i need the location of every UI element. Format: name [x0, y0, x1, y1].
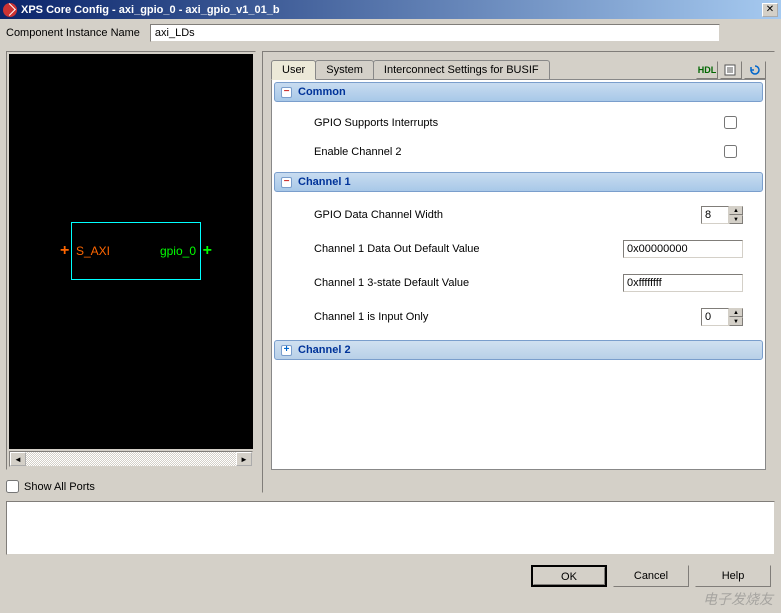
scroll-right-button[interactable]: ►: [236, 452, 252, 466]
field-ch1-tri: Channel 1 3-state Default Value: [274, 266, 763, 300]
gpio-width-label: GPIO Data Channel Width: [314, 209, 701, 221]
ch1-dout-label: Channel 1 Data Out Default Value: [314, 243, 623, 255]
section-ch1-header[interactable]: − Channel 1: [274, 172, 763, 192]
scroll-left-button[interactable]: ◄: [10, 452, 26, 466]
ch1-input-only-up[interactable]: ▲: [729, 308, 743, 317]
section-ch1-title: Channel 1: [298, 176, 351, 188]
ok-button[interactable]: OK: [531, 565, 607, 587]
close-button[interactable]: ✕: [762, 3, 778, 17]
dialog-buttons: OK Cancel Help: [0, 559, 781, 591]
field-gpio-width: GPIO Data Channel Width ▲ ▼: [274, 198, 763, 232]
ch1-input-only-input[interactable]: [701, 308, 729, 326]
cancel-button[interactable]: Cancel: [613, 565, 689, 587]
instance-name-label: Component Instance Name: [6, 27, 140, 39]
gpio-width-down[interactable]: ▼: [729, 215, 743, 224]
port-left-icon: +: [60, 242, 69, 260]
restore-defaults-button[interactable]: [744, 61, 766, 79]
port-left-label: S_AXI: [76, 244, 110, 258]
tab-content: − Common GPIO Supports Interrupts Enable…: [271, 80, 766, 470]
gpio-width-input[interactable]: [701, 206, 729, 224]
show-all-ports-label: Show All Ports: [24, 481, 95, 493]
port-right-icon: +: [203, 242, 212, 260]
port-right-label: gpio_0: [160, 244, 196, 258]
tab-system[interactable]: System: [315, 60, 374, 79]
ch1-input-only-down[interactable]: ▼: [729, 317, 743, 326]
hdl-button[interactable]: HDL: [696, 61, 718, 79]
help-button[interactable]: Help: [695, 565, 771, 587]
ch1-tri-input[interactable]: [623, 274, 743, 292]
window-title: XPS Core Config - axi_gpio_0 - axi_gpio_…: [21, 4, 762, 16]
config-panel: User System Interconnect Settings for BU…: [262, 51, 775, 493]
enable-ch2-checkbox[interactable]: [724, 145, 737, 158]
gpio-interrupts-checkbox[interactable]: [724, 116, 737, 129]
field-ch1-dout: Channel 1 Data Out Default Value: [274, 232, 763, 266]
ch1-input-only-label: Channel 1 is Input Only: [314, 311, 701, 323]
instance-name-input[interactable]: [150, 24, 720, 42]
section-common-body: GPIO Supports Interrupts Enable Channel …: [272, 104, 765, 170]
expand-icon: +: [281, 345, 292, 356]
instance-name-row: Component Instance Name: [0, 19, 781, 47]
enable-ch2-label: Enable Channel 2: [314, 146, 724, 158]
field-gpio-interrupts: GPIO Supports Interrupts: [274, 108, 763, 137]
datasheet-icon: [724, 64, 738, 76]
gpio-interrupts-label: GPIO Supports Interrupts: [314, 117, 724, 129]
preview-scrollbar[interactable]: ◄ ►: [9, 451, 253, 467]
tab-bar: User System Interconnect Settings for BU…: [271, 60, 766, 80]
ip-block: + S_AXI gpio_0 +: [71, 222, 201, 280]
section-common-title: Common: [298, 86, 346, 98]
watermark: 电子发烧友: [703, 589, 773, 609]
section-ch2-title: Channel 2: [298, 344, 351, 356]
field-enable-ch2: Enable Channel 2: [274, 137, 763, 166]
preview-panel: + S_AXI gpio_0 + ◄ ► Show All Ports: [6, 51, 256, 493]
field-ch1-input-only: Channel 1 is Input Only ▲ ▼: [274, 300, 763, 334]
collapse-icon: −: [281, 177, 292, 188]
message-area: [6, 501, 775, 555]
section-common-header[interactable]: − Common: [274, 82, 763, 102]
block-preview: + S_AXI gpio_0 +: [9, 54, 253, 449]
collapse-icon: −: [281, 87, 292, 98]
gpio-width-up[interactable]: ▲: [729, 206, 743, 215]
section-ch1-body: GPIO Data Channel Width ▲ ▼ Channel 1 Da…: [272, 194, 765, 338]
restore-icon: [748, 64, 762, 76]
ch1-tri-label: Channel 1 3-state Default Value: [314, 277, 623, 289]
ch1-dout-input[interactable]: [623, 240, 743, 258]
scroll-track[interactable]: [26, 452, 236, 466]
titlebar: XPS Core Config - axi_gpio_0 - axi_gpio_…: [0, 0, 781, 19]
tab-interconnect[interactable]: Interconnect Settings for BUSIF: [373, 60, 550, 79]
tab-user[interactable]: User: [271, 60, 316, 80]
app-icon: [3, 3, 17, 17]
datasheet-button[interactable]: [720, 61, 742, 79]
show-all-ports[interactable]: Show All Ports: [6, 480, 256, 493]
show-all-ports-checkbox[interactable]: [6, 480, 19, 493]
section-ch2-header[interactable]: + Channel 2: [274, 340, 763, 360]
